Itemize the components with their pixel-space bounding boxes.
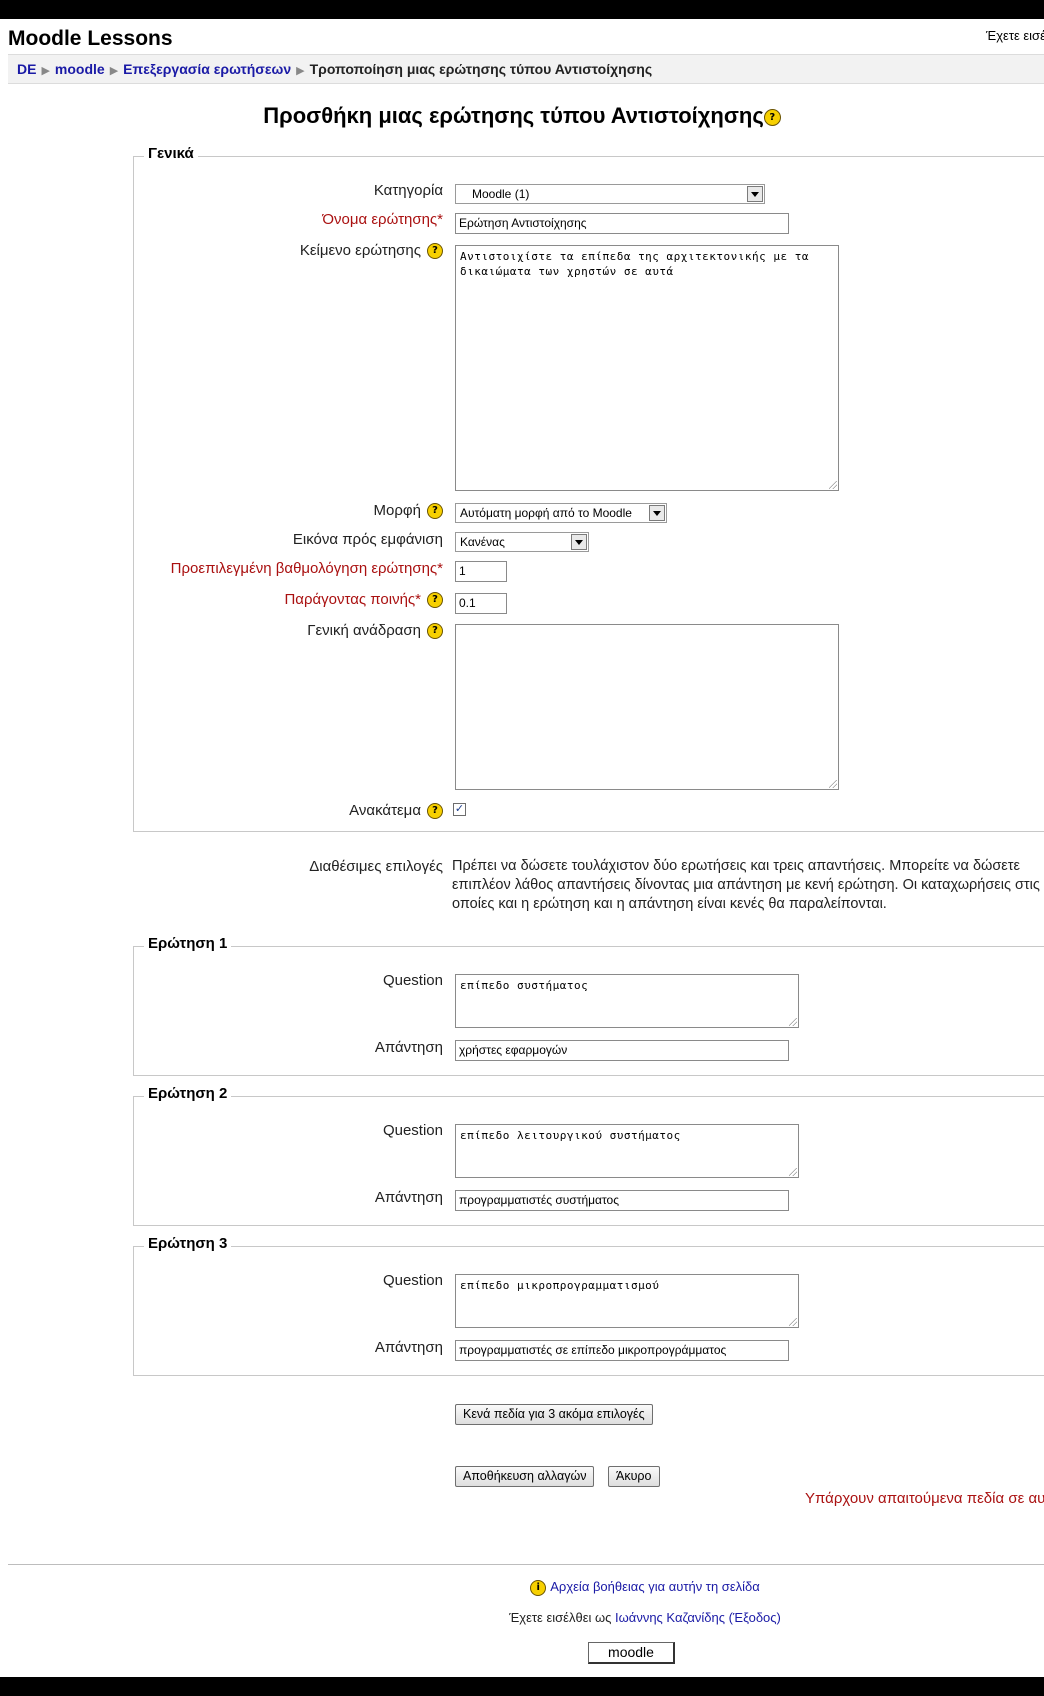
penalty-input[interactable]: 0.1	[455, 593, 507, 614]
help-docs-link[interactable]: Αρχεία βοήθειας για αυτήν τη σελίδα	[550, 1579, 760, 1594]
answer-3-input[interactable]: προγραμματιστές σε επίπεδο μικροπρογράμμ…	[455, 1340, 789, 1361]
breadcrumb-link-questions[interactable]: Επεξεργασία ερωτήσεων	[123, 61, 291, 77]
image-label: Εικόνα πρός εμφάνιση	[292, 531, 443, 548]
answer-3-label: Απάντηση	[374, 1339, 443, 1356]
cancel-button[interactable]: Άκυρο	[608, 1466, 660, 1487]
logout-link[interactable]: (Έξοδος)	[729, 1610, 781, 1625]
question-name-input[interactable]: Ερώτηση Αντιστοίχησης	[455, 213, 789, 234]
resize-grip-icon[interactable]	[789, 1018, 797, 1026]
chevron-down-icon[interactable]	[571, 534, 587, 550]
resize-grip-icon[interactable]	[789, 1168, 797, 1176]
add-blanks-button[interactable]: Κενά πεδία για 3 ακόμα επιλογές	[455, 1404, 653, 1425]
general-feedback-area[interactable]	[455, 624, 839, 790]
question-3-text-area[interactable]: επίπεδο μικροπρογραμματισμού	[455, 1274, 799, 1328]
page-title: Προσθήκη μιας ερώτησης τύπου Αντιστοίχησ…	[0, 103, 1044, 129]
breadcrumb-link-course[interactable]: moodle	[55, 61, 105, 77]
question-1-text-area[interactable]: επίπεδο συστήματος	[455, 974, 799, 1028]
triangle-right-icon: ▶	[41, 65, 50, 77]
general-legend: Γενικά	[144, 145, 198, 162]
footer-login-info: Έχετε εισέλθει ως Ιωάννης Καζανίδης (Έξο…	[0, 1610, 1044, 1625]
resize-grip-icon[interactable]	[829, 481, 837, 489]
info-icon: i	[530, 1579, 547, 1596]
help-icon[interactable]: ?	[427, 592, 443, 609]
category-select[interactable]: Moodle (1)	[455, 184, 765, 204]
help-icon[interactable]: ?	[427, 803, 443, 820]
top-bar	[0, 0, 1044, 19]
general-feedback-label: Γενική ανάδραση?	[307, 622, 443, 640]
answer-1-label: Απάντηση	[374, 1039, 443, 1056]
answer-2-input[interactable]: προγραμματιστές συστήματος	[455, 1190, 789, 1211]
answer-1-input[interactable]: χρήστες εφαρμογών	[455, 1040, 789, 1061]
triangle-right-icon: ▶	[296, 65, 305, 77]
default-grade-input[interactable]: 1	[455, 561, 507, 582]
breadcrumb: DE ▶ moodle ▶ Επεξεργασία ερωτήσεων ▶ Τροποποί…	[8, 54, 1044, 84]
format-label: Μορφή?	[374, 502, 443, 520]
logged-in-prefix: Έχετε εισέλθει ως	[509, 1610, 612, 1625]
resize-grip-icon[interactable]	[829, 780, 837, 788]
penalty-label: Παράγοντας ποινής*?	[284, 591, 443, 609]
category-label: Κατηγορία	[373, 182, 443, 199]
answer-2-label: Απάντηση	[374, 1189, 443, 1206]
question-1-legend: Ερώτηση 1	[144, 935, 232, 952]
triangle-right-icon: ▶	[109, 65, 119, 77]
home-button[interactable]: moodle	[588, 1642, 675, 1664]
question-2-text-area[interactable]: επίπεδο λειτουργικού συστήματος	[455, 1124, 799, 1178]
resize-grip-icon[interactable]	[789, 1318, 797, 1326]
question-text-label: Κείμενο ερώτησης?	[300, 242, 443, 260]
image-select[interactable]: Κανένας	[455, 532, 589, 552]
question-2-label: Question	[382, 1122, 443, 1139]
bottom-bar	[0, 1677, 1044, 1696]
help-icon[interactable]: ?	[763, 108, 781, 126]
question-1-label: Question	[382, 972, 443, 989]
shuffle-checkbox[interactable]: ✓	[453, 803, 466, 816]
question-3-label: Question	[382, 1272, 443, 1289]
footer-help: i Αρχεία βοήθειας για αυτήν τη σελίδα	[0, 1579, 1044, 1596]
format-select[interactable]: Αυτόματη μορφή από το Moodle	[455, 503, 667, 523]
question-text-area[interactable]: Αντιστοιχίστε τα επίπεδα της αρχιτεκτονι…	[455, 245, 839, 491]
default-grade-label: Προεπιλεγμένη βαθμολόγηση ερώτησης*	[170, 560, 443, 577]
question-2-legend: Ερώτηση 2	[144, 1085, 232, 1102]
question-3-legend: Ερώτηση 3	[144, 1235, 232, 1252]
site-title: Moodle Lessons	[8, 27, 173, 50]
page-title-text: Προσθήκη μιας ερώτησης τύπου Αντιστοίχησ…	[263, 103, 764, 128]
help-icon[interactable]: ?	[427, 623, 443, 640]
help-icon[interactable]: ?	[427, 503, 443, 520]
user-profile-link[interactable]: Ιωάννης Καζανίδης	[615, 1610, 725, 1625]
save-button[interactable]: Αποθήκευση αλλαγών	[455, 1466, 595, 1487]
help-icon[interactable]: ?	[427, 243, 443, 260]
breadcrumb-current: Τροποποίηση μιας ερώτησης τύπου Αντιστοί…	[309, 61, 653, 77]
question-name-label: Όνομα ερώτησης*	[322, 211, 443, 228]
breadcrumb-link-home[interactable]: DE	[17, 61, 36, 77]
login-info: Έχετε εισέ	[986, 28, 1044, 43]
available-choices-label: Διαθέσιμες επιλογές	[309, 858, 443, 875]
required-fields-note: Υπάρχουν απαιτούμενα πεδία σε αυ	[805, 1490, 1044, 1507]
shuffle-label: Ανακάτεμα?	[349, 802, 443, 820]
chevron-down-icon[interactable]	[649, 505, 665, 521]
chevron-down-icon[interactable]	[747, 186, 763, 202]
available-choices-text: Πρέπει να δώσετε τουλάχιστον δύο ερωτήσε…	[452, 858, 1040, 912]
footer-divider	[8, 1564, 1044, 1565]
